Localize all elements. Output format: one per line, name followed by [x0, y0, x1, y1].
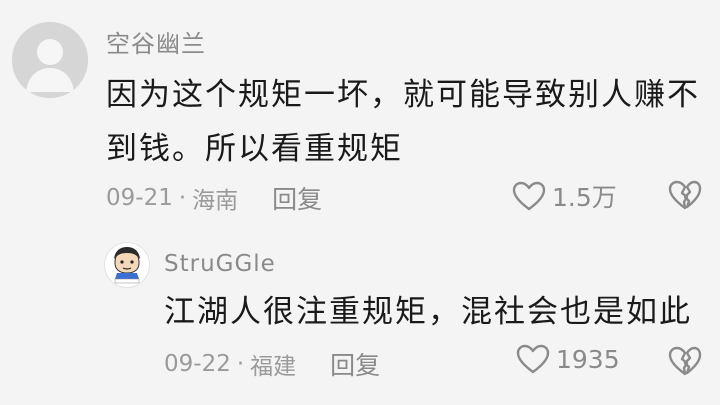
comment-date: 09-21: [106, 185, 173, 211]
comment-location: 海南: [192, 188, 239, 214]
comment-thread: 空谷幽兰 因为这个规矩一坏，就可能导致别人赚不到钱。所以看重规矩 09-21 ·…: [0, 0, 720, 405]
meta-separator: ·: [178, 185, 187, 211]
reply-avatar[interactable]: [104, 242, 150, 288]
reply-reply-button[interactable]: 回复: [330, 346, 380, 382]
reply-date: 09-22: [164, 351, 231, 377]
comment-text: 因为这个规矩一坏，就可能导致别人赚不到钱。所以看重规矩: [106, 77, 700, 167]
avatar[interactable]: [12, 22, 88, 98]
comment-meta: 09-21 · 海南 回复: [106, 180, 322, 216]
reply-dislike-button[interactable]: [668, 346, 702, 380]
dislike-button[interactable]: [668, 180, 702, 214]
reply-like-button[interactable]: 1935: [516, 344, 620, 374]
broken-heart-icon: [668, 180, 702, 210]
default-avatar-icon: [12, 22, 88, 98]
heart-outline-icon: [512, 181, 546, 211]
like-button[interactable]: 1.5万: [512, 178, 617, 214]
broken-heart-icon: [668, 346, 702, 376]
meta-separator: ·: [236, 351, 245, 377]
comment-username[interactable]: 空谷幽兰: [106, 24, 206, 59]
like-count: 1.5万: [552, 183, 617, 212]
reply-meta: 09-22 · 福建 回复: [164, 346, 380, 382]
reply-location: 福建: [250, 354, 297, 380]
reply-username[interactable]: StruGGle: [164, 251, 276, 277]
heart-outline-icon: [516, 344, 550, 374]
cartoon-avatar-icon: [105, 243, 149, 287]
reply-like-count: 1935: [556, 344, 620, 374]
reply-button[interactable]: 回复: [272, 180, 322, 216]
reply-text: 江湖人很注重规矩，混社会也是如此: [164, 294, 692, 330]
